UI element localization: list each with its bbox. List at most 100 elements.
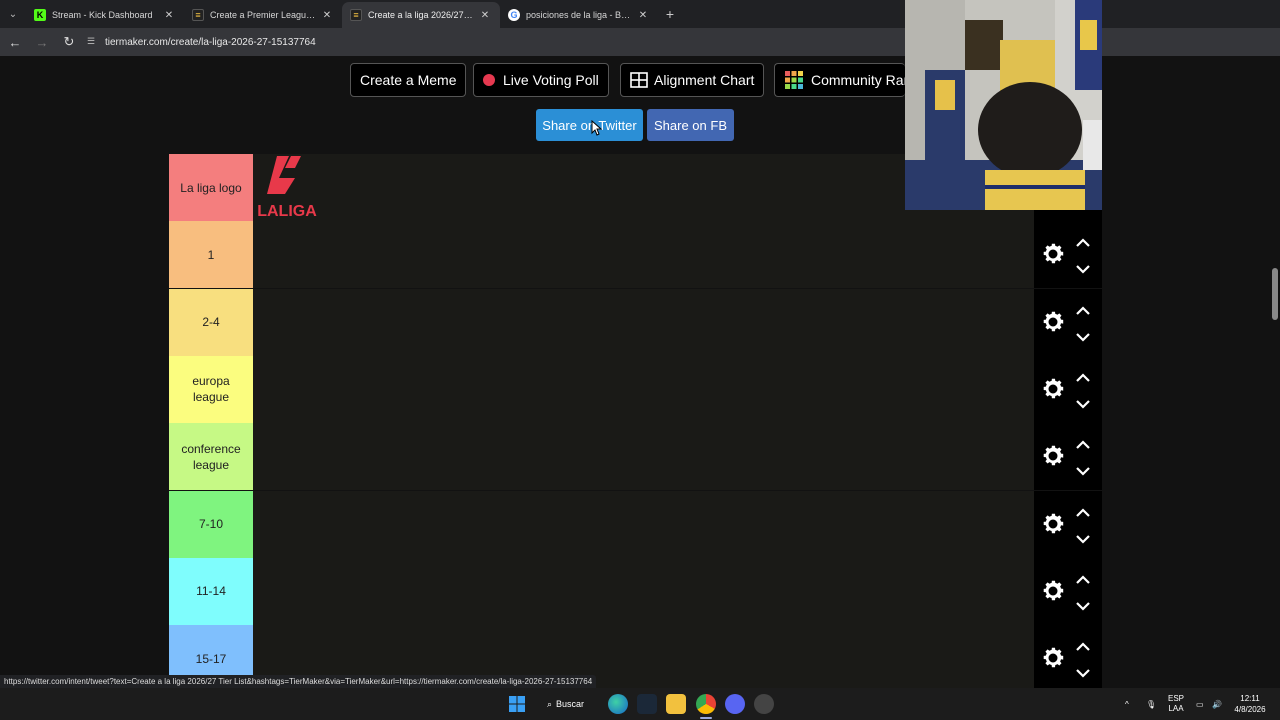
microphone-icon[interactable]: 🎙 — [1146, 688, 1156, 720]
tier-label[interactable]: 2-4 — [169, 288, 253, 356]
webcam-feed — [905, 0, 1102, 210]
discord-icon[interactable] — [725, 694, 745, 714]
steam-icon[interactable] — [637, 694, 657, 714]
move-down-chevron-icon[interactable] — [1076, 531, 1090, 544]
tier-drop-zone[interactable] — [253, 557, 1034, 625]
tab-google-search[interactable]: G posiciones de la liga - Buscar co ✕ — [500, 2, 658, 28]
share-facebook-button[interactable]: Share on FB — [647, 109, 734, 141]
gear-icon[interactable] — [1040, 241, 1066, 267]
tier-label[interactable]: 1 — [169, 221, 253, 289]
tier-row: 2-4 — [169, 288, 1102, 356]
tab-la-liga[interactable]: ≡ Create a la liga 2026/27 Tier Lis ✕ — [342, 2, 500, 28]
move-up-chevron-icon[interactable] — [1076, 235, 1090, 248]
move-up-chevron-icon[interactable] — [1076, 303, 1090, 315]
kick-icon: K — [34, 9, 46, 21]
windows-start-icon[interactable] — [507, 694, 527, 714]
live-voting-poll-button[interactable]: Live Voting Poll — [473, 63, 609, 97]
move-down-chevron-icon[interactable] — [1076, 463, 1090, 476]
gear-icon[interactable] — [1040, 309, 1066, 335]
move-up-chevron-icon[interactable] — [1076, 505, 1090, 517]
alignment-chart-button[interactable]: Alignment Chart — [620, 63, 765, 97]
close-icon[interactable]: ✕ — [162, 10, 176, 21]
gear-icon[interactable] — [1040, 376, 1066, 402]
system-clock[interactable]: 12:11 4/8/2026 — [1228, 693, 1272, 715]
reload-icon[interactable]: ↻ — [57, 30, 81, 54]
move-down-chevron-icon[interactable] — [1076, 396, 1090, 409]
search-icon: ⌕ — [547, 698, 553, 709]
community-rankings-label: Community Rankings — [811, 72, 905, 88]
tier-row: europa league — [169, 355, 1102, 423]
tab-search-chevron-icon[interactable]: ⌄ — [0, 0, 26, 28]
tier-row: conference league — [169, 423, 1102, 491]
forward-icon[interactable]: → — [30, 30, 54, 54]
tab-kick-dashboard[interactable]: K Stream - Kick Dashboard ✕ — [26, 2, 184, 28]
language-indicator[interactable]: ESP LAA — [1168, 688, 1184, 720]
move-up-chevron-icon[interactable] — [1076, 437, 1090, 449]
tier-label[interactable]: 7-10 — [169, 490, 253, 558]
close-icon[interactable]: ✕ — [636, 10, 650, 21]
obs-icon[interactable] — [754, 694, 774, 714]
live-voting-poll-label: Live Voting Poll — [503, 72, 599, 88]
tier-controls — [1034, 423, 1102, 491]
taskbar-search-button[interactable]: ⌕ Buscar — [547, 694, 584, 714]
tier-label[interactable]: La liga logo — [169, 154, 253, 221]
new-tab-icon[interactable]: + — [658, 6, 682, 22]
tab-title: Create a Premier League 2026/2 — [210, 10, 316, 20]
move-up-chevron-icon[interactable] — [1076, 370, 1090, 382]
move-up-chevron-icon[interactable] — [1076, 572, 1090, 584]
gear-icon[interactable] — [1040, 578, 1066, 604]
network-icon[interactable]: ▭ — [1196, 688, 1204, 720]
tier-drop-zone[interactable] — [253, 221, 1034, 289]
tier-drop-zone[interactable] — [253, 423, 1034, 491]
tab-title: Create a la liga 2026/27 Tier Lis — [368, 10, 474, 20]
move-down-chevron-icon[interactable] — [1076, 261, 1090, 274]
page-scrollbar[interactable] — [1270, 266, 1280, 688]
status-link-preview: https://twitter.com/intent/tweet?text=Cr… — [0, 675, 597, 688]
scrollbar-thumb[interactable] — [1272, 268, 1278, 320]
active-app-indicator — [700, 717, 712, 719]
tray-overflow-icon[interactable]: ^ — [1125, 688, 1129, 720]
tab-title: Stream - Kick Dashboard — [52, 10, 153, 20]
google-icon: G — [508, 9, 520, 21]
share-twitter-button[interactable]: Share on Twitter — [536, 109, 643, 141]
edge-icon[interactable] — [608, 694, 628, 714]
tier-row: 7-10 — [169, 490, 1102, 558]
laliga-logo-item[interactable]: LALIGA — [255, 154, 321, 220]
address-bar[interactable]: ☰ tiermaker.com/create/la-liga-2026-27-1… — [87, 31, 316, 53]
move-down-chevron-icon[interactable] — [1076, 665, 1090, 678]
alignment-chart-label: Alignment Chart — [654, 72, 755, 88]
community-rankings-button[interactable]: Community Rankings — [774, 63, 905, 97]
lang-code: ESP — [1168, 694, 1185, 703]
tier-controls — [1034, 490, 1102, 558]
mouse-cursor-icon — [591, 120, 603, 136]
volume-icon[interactable]: 🔊 — [1212, 688, 1222, 720]
tier-label[interactable]: europa league — [169, 355, 253, 423]
move-up-chevron-icon[interactable] — [1076, 639, 1090, 651]
grid-icon — [630, 72, 648, 88]
share-twitter-label: Share on Twitter — [542, 117, 637, 133]
share-facebook-label: Share on FB — [654, 117, 727, 133]
tier-drop-zone[interactable] — [253, 288, 1034, 356]
create-meme-button[interactable]: Create a Meme — [350, 63, 467, 97]
site-info-icon[interactable]: ☰ — [87, 36, 99, 48]
tier-drop-zone[interactable] — [253, 355, 1034, 423]
chrome-icon[interactable] — [696, 694, 716, 714]
webcam-overlay — [905, 0, 1102, 210]
back-icon[interactable]: ← — [3, 30, 27, 54]
clock-date: 4/8/2026 — [1234, 705, 1266, 714]
lang-layout: LAA — [1168, 704, 1184, 713]
file-explorer-icon[interactable] — [666, 694, 686, 714]
rankings-grid-icon — [785, 71, 803, 89]
close-icon[interactable]: ✕ — [478, 10, 492, 21]
gear-icon[interactable] — [1040, 511, 1066, 537]
tier-label[interactable]: conference league — [169, 423, 253, 491]
tier-controls — [1034, 355, 1102, 423]
tier-drop-zone[interactable] — [253, 490, 1034, 558]
tier-label[interactable]: 11-14 — [169, 557, 253, 625]
gear-icon[interactable] — [1040, 443, 1066, 469]
move-down-chevron-icon[interactable] — [1076, 598, 1090, 611]
gear-icon[interactable] — [1040, 645, 1066, 671]
move-down-chevron-icon[interactable] — [1076, 329, 1090, 342]
tab-premier-league[interactable]: ≡ Create a Premier League 2026/2 ✕ — [184, 2, 342, 28]
close-icon[interactable]: ✕ — [320, 10, 334, 21]
